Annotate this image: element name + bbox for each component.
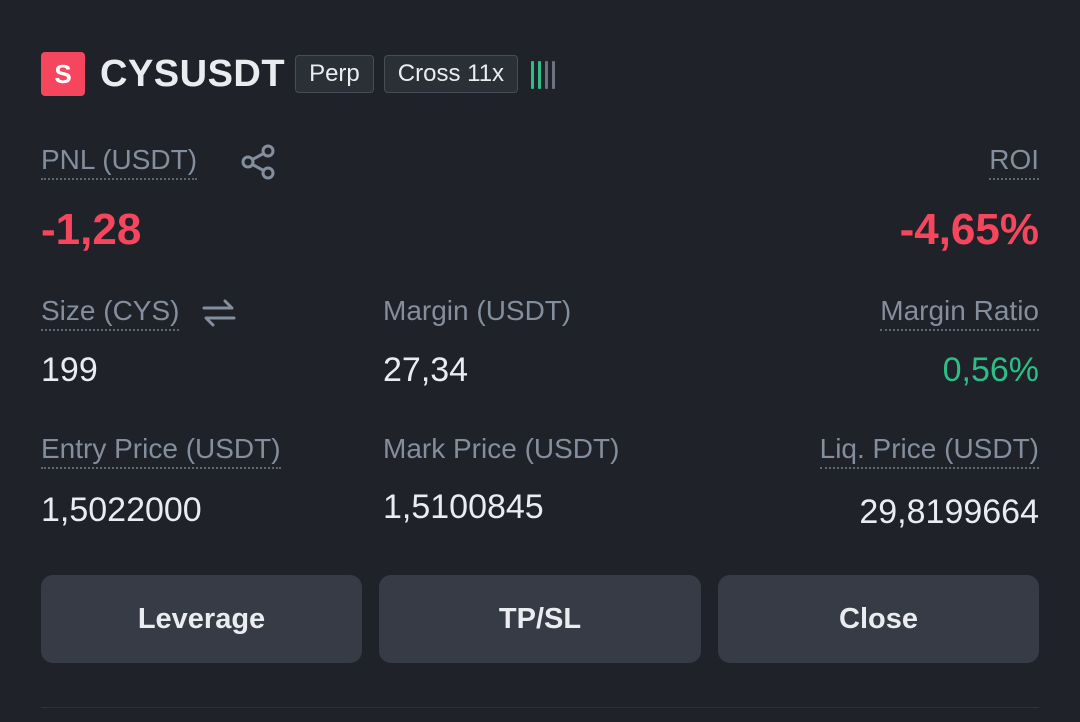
symbol-title[interactable]: CYSUSDT <box>100 53 285 96</box>
size-label[interactable]: Size (CYS) <box>41 295 180 331</box>
mark-price-label: Mark Price (USDT) <box>383 433 620 464</box>
margin-ratio-value: 0,56% <box>942 351 1039 389</box>
swap-arrows-icon[interactable] <box>201 297 237 334</box>
pnl-value: -1,28 <box>41 205 142 254</box>
entry-price-value: 1,5022000 <box>41 491 202 529</box>
close-button[interactable]: Close <box>718 575 1039 663</box>
share-icon[interactable] <box>240 143 278 186</box>
margin-value: 27,34 <box>383 351 469 389</box>
pnl-label[interactable]: PNL (USDT) <box>41 144 198 180</box>
margin-label: Margin (USDT) <box>383 295 572 326</box>
perp-tag: Perp <box>295 55 374 93</box>
short-side-badge: S <box>41 52 85 96</box>
risk-bar <box>538 61 542 89</box>
entry-price-label[interactable]: Entry Price (USDT) <box>41 433 281 469</box>
risk-bar <box>545 61 549 89</box>
roi-value: -4,65% <box>899 205 1039 254</box>
leverage-button[interactable]: Leverage <box>41 575 362 663</box>
position-header: S CYSUSDT Perp Cross 11x <box>41 52 556 96</box>
size-value: 199 <box>41 351 98 389</box>
risk-bar <box>552 61 556 89</box>
risk-bar <box>531 61 535 89</box>
divider <box>41 707 1039 708</box>
mark-price-value: 1,5100845 <box>383 488 544 526</box>
liq-price-label[interactable]: Liq. Price (USDT) <box>819 433 1039 469</box>
tpsl-button[interactable]: TP/SL <box>379 575 701 663</box>
margin-ratio-label[interactable]: Margin Ratio <box>880 295 1039 331</box>
roi-label[interactable]: ROI <box>989 144 1039 180</box>
risk-level-icon[interactable] <box>531 59 556 89</box>
liq-price-value: 29,8199664 <box>859 493 1039 531</box>
margin-mode-tag[interactable]: Cross 11x <box>383 55 519 93</box>
